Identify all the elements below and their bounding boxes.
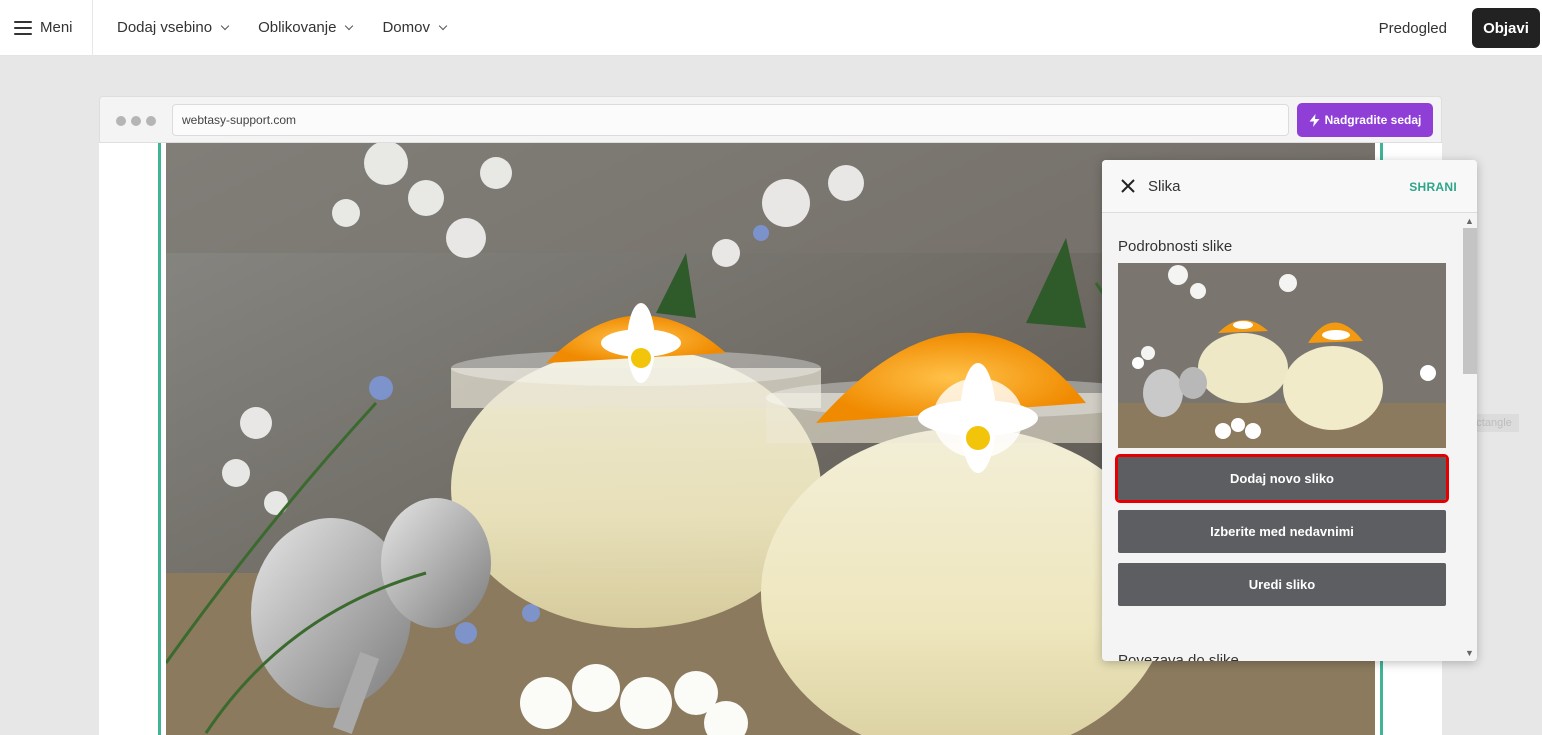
panel-title: Slika <box>1148 178 1181 195</box>
panel-header: Slika SHRANI <box>1102 160 1477 213</box>
upgrade-button[interactable]: Nadgradite sedaj <box>1297 103 1433 137</box>
nav-home-page[interactable]: Domov <box>382 19 448 36</box>
choose-recent-button[interactable]: Izberite med nedavnimi <box>1118 510 1446 553</box>
add-new-image-button[interactable]: Dodaj novo sliko <box>1115 454 1449 503</box>
nav-add-content[interactable]: Dodaj vsebino <box>117 19 230 36</box>
hamburger-icon <box>14 20 32 35</box>
image-settings-panel: Slika SHRANI Podrobnosti slike Dodaj nov… <box>1102 160 1477 661</box>
image-thumbnail <box>1118 263 1446 448</box>
save-button[interactable]: SHRANI <box>1409 180 1457 194</box>
main-nav: Dodaj vsebino Oblikovanje Domov <box>117 19 476 36</box>
chevron-down-icon <box>345 21 354 30</box>
nav-design-label: Oblikovanje <box>258 19 337 36</box>
window-dots-icon <box>116 116 156 126</box>
upgrade-label: Nadgradite sedaj <box>1324 113 1422 127</box>
section-title-image-details: Podrobnosti slike <box>1118 238 1233 255</box>
preview-button[interactable]: Predogled <box>1379 0 1447 56</box>
section-title-image-link: Povezava do slike <box>1118 652 1239 661</box>
scrollbar-thumb[interactable] <box>1463 228 1477 374</box>
close-icon[interactable] <box>1120 178 1136 194</box>
scroll-up-icon[interactable]: ▲ <box>1465 216 1474 226</box>
nav-home-page-label: Domov <box>382 19 430 36</box>
chevron-down-icon <box>220 21 230 30</box>
lightning-icon <box>1309 113 1320 127</box>
nav-add-content-label: Dodaj vsebino <box>117 19 213 36</box>
browser-frame-bar: webtasy-support.com Nadgradite sedaj <box>99 96 1442 143</box>
top-toolbar: Meni Dodaj vsebino Oblikovanje Domov Pre… <box>0 0 1542 56</box>
scroll-down-icon[interactable]: ▼ <box>1465 648 1474 658</box>
publish-button[interactable]: Objavi <box>1472 8 1540 48</box>
edit-image-button[interactable]: Uredi sliko <box>1118 563 1446 606</box>
menu-button[interactable]: Meni <box>0 0 93 56</box>
nav-design[interactable]: Oblikovanje <box>258 19 354 36</box>
url-bar: webtasy-support.com <box>172 104 1289 136</box>
chevron-down-icon <box>438 21 448 30</box>
menu-label: Meni <box>40 19 73 36</box>
